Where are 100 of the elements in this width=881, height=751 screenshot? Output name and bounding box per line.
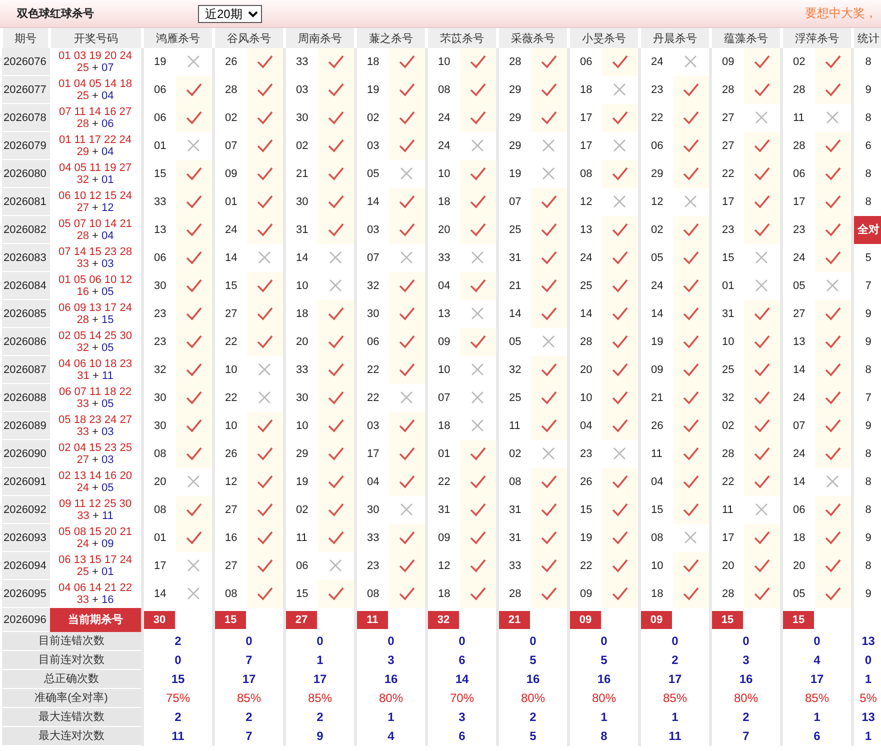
draw-numbers: 04 06 10 18 23 31 + 11: [50, 356, 142, 384]
stat-value: 1: [852, 670, 881, 688]
period-cell: 2026093: [2, 524, 50, 552]
stat-label: 目前连对次数: [2, 650, 142, 670]
draw-numbers: 04 06 14 21 22 33 + 16: [50, 580, 142, 608]
period-cell: 2026082: [2, 216, 50, 244]
draw-numbers: 07 11 14 16 27 28 + 06: [50, 104, 142, 132]
period-cell: 2026078: [2, 104, 50, 132]
period-cell: 2026076: [2, 48, 50, 76]
stat-value: 5: [568, 650, 640, 670]
kill-number-badge: 21: [499, 610, 530, 628]
kill-number-badge: 15: [783, 610, 814, 628]
draw-numbers: 01 05 06 10 12 16 + 05: [50, 272, 142, 300]
stat-value: 2: [710, 708, 782, 726]
stat-label: 最大连对次数: [2, 726, 142, 746]
stat-value: 85%: [284, 688, 356, 708]
stat-value: 16: [568, 670, 640, 688]
stat-value: 16: [356, 670, 426, 688]
draw-numbers: 05 07 10 14 21 28 + 04: [50, 216, 142, 244]
stat-value: 16: [710, 670, 782, 688]
stat-value: 5: [498, 650, 568, 670]
stat-value: 2: [640, 650, 710, 670]
stat-value: 11: [640, 726, 710, 746]
stat-label: 最大连错次数: [2, 708, 142, 726]
stat-cell: 8: [852, 48, 881, 76]
column-header: 鸿雁杀号: [142, 28, 214, 48]
kill-number-badge: 15: [215, 610, 246, 628]
kill-number-badge: 09: [570, 610, 601, 628]
all-right-badge: 全对: [852, 216, 881, 244]
stat-value: 1: [356, 708, 426, 726]
period-cell: 2026090: [2, 440, 50, 468]
stat-value: 1: [640, 708, 710, 726]
stat-value: 85%: [640, 688, 710, 708]
period-cell: 2026087: [2, 356, 50, 384]
stat-value: 6: [426, 726, 498, 746]
stat-value: 11: [142, 726, 214, 746]
stat-value: 2: [142, 632, 214, 650]
stat-value: 4: [356, 726, 426, 746]
draw-numbers: 02 05 14 25 30 32 + 05: [50, 328, 142, 356]
period-cell: 2026092: [2, 496, 50, 524]
stat-value: 80%: [498, 688, 568, 708]
stat-value: 0: [142, 650, 214, 670]
stat-label: 目前连错次数: [2, 632, 142, 650]
period-cell: 2026084: [2, 272, 50, 300]
draw-numbers: 01 03 19 20 24 25 + 07: [50, 48, 142, 76]
stat-cell: 5: [852, 244, 881, 272]
stat-value: 7: [214, 726, 284, 746]
stat-value: 80%: [356, 688, 426, 708]
page-title: 双色球红球杀号: [17, 6, 95, 21]
stat-value: 75%: [142, 688, 214, 708]
stat-value: 1: [852, 726, 881, 746]
stat-value: 0: [640, 632, 710, 650]
stat-value: 17: [284, 670, 356, 688]
stat-value: 15: [142, 670, 214, 688]
draw-numbers: 02 13 14 16 20 24 + 05: [50, 468, 142, 496]
column-header: 丹晨杀号: [640, 28, 710, 48]
column-header: 统计: [852, 28, 881, 48]
kill-number-badge: 32: [428, 610, 459, 628]
draw-numbers: 06 13 15 17 24 25 + 01: [50, 552, 142, 580]
stat-value: 14: [426, 670, 498, 688]
period-cell: 2026091: [2, 468, 50, 496]
stat-value: 17: [782, 670, 852, 688]
stat-value: 2: [214, 708, 284, 726]
stat-value: 0: [710, 632, 782, 650]
stat-value: 2: [498, 708, 568, 726]
kill-number-badge: 27: [286, 610, 317, 628]
stat-value: 0: [214, 632, 284, 650]
period-cell: 2026094: [2, 552, 50, 580]
stat-value: 0: [568, 632, 640, 650]
period-cell: 2026086: [2, 328, 50, 356]
period-cell: 2026085: [2, 300, 50, 328]
stat-value: 6: [426, 650, 498, 670]
stat-value: 4: [782, 650, 852, 670]
column-header: 小旻杀号: [568, 28, 640, 48]
period-select[interactable]: 近20期: [198, 4, 262, 22]
stat-value: 5%: [852, 688, 881, 708]
stat-value: 0: [498, 632, 568, 650]
stat-label: 总正确次数: [2, 670, 142, 688]
kill-number-badge: 30: [144, 610, 175, 628]
column-header: 浮萍杀号: [782, 28, 852, 48]
period-cell: 2026079: [2, 132, 50, 160]
column-header: 期号: [2, 28, 50, 48]
stat-value: 85%: [782, 688, 852, 708]
stat-value: 2: [142, 708, 214, 726]
stat-value: 8: [568, 726, 640, 746]
column-header: 周南杀号: [284, 28, 356, 48]
stat-value: 13: [852, 632, 881, 650]
stat-value: 80%: [568, 688, 640, 708]
period-cell: 2026095: [2, 580, 50, 608]
column-header: 采薇杀号: [498, 28, 568, 48]
period-cell: 2026077: [2, 76, 50, 104]
draw-numbers: 05 08 15 20 21 24 + 09: [50, 524, 142, 552]
draw-numbers: 04 05 11 19 27 32 + 01: [50, 160, 142, 188]
stat-value: 0: [852, 650, 881, 670]
draw-numbers: 01 11 17 22 24 29 + 04: [50, 132, 142, 160]
draw-numbers: 02 04 15 23 25 27 + 03: [50, 440, 142, 468]
stat-value: 7: [214, 650, 284, 670]
stat-value: 1: [568, 708, 640, 726]
slogan-text: 要想中大奖，: [805, 5, 877, 22]
stat-value: 0: [356, 632, 426, 650]
